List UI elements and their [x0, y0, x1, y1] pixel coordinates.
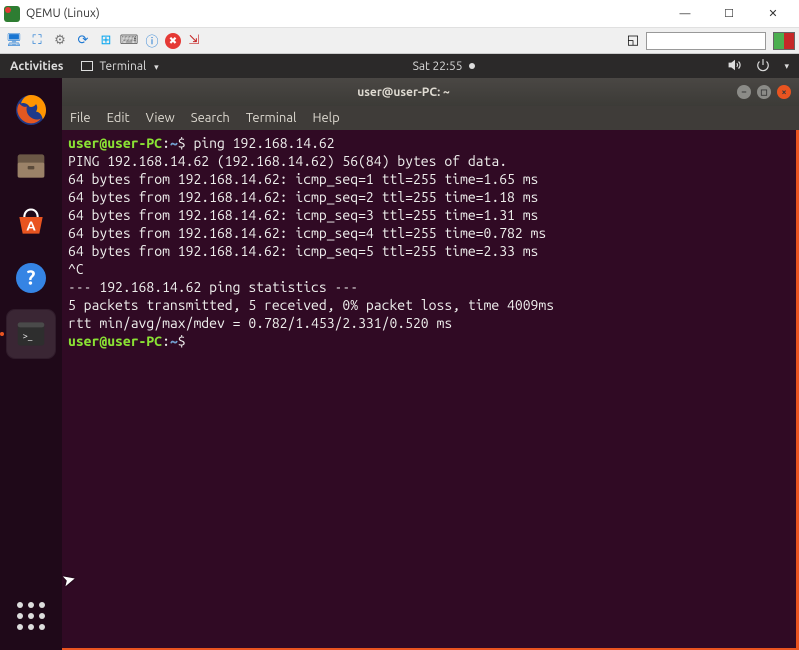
command-text: ping 192.168.14.62	[193, 135, 334, 151]
terminal-close-button[interactable]: ×	[777, 85, 791, 99]
terminal-line: 64 bytes from 192.168.14.62: icmp_seq=5 …	[68, 242, 790, 260]
terminal-line: user@user-PC:~$ ping 192.168.14.62	[68, 134, 790, 152]
qemu-app-icon	[4, 6, 20, 22]
terminal-line: rtt min/avg/max/mdev = 0.782/1.453/2.331…	[68, 314, 790, 332]
close-icon[interactable]: ✖	[165, 33, 181, 49]
qemu-recording-indicator[interactable]	[773, 32, 795, 50]
dock-help[interactable]: ?	[7, 254, 55, 302]
volume-icon	[728, 58, 742, 75]
terminal-line: ^C	[68, 260, 790, 278]
prompt-path: ~	[170, 135, 178, 151]
ubuntu-dock: A ? >_	[0, 78, 62, 650]
qemu-toolbar: 🖥⛶⚙⟳⊞⌨ⓘ✖⇲ ◱	[0, 28, 799, 54]
svg-text:A: A	[26, 218, 36, 233]
show-applications-button[interactable]	[7, 592, 55, 640]
settings-icon[interactable]: ⚙	[50, 31, 70, 51]
terminal-output[interactable]: user@user-PC:~$ ping 192.168.14.62PING 1…	[62, 130, 799, 650]
clock-area[interactable]: Sat 22:55	[159, 60, 729, 73]
monitor-icon[interactable]: 🖥	[4, 31, 24, 51]
terminal-minimize-button[interactable]: –	[737, 85, 751, 99]
app-menu[interactable]: Terminal	[81, 60, 158, 73]
terminal-line: 64 bytes from 192.168.14.62: icmp_seq=3 …	[68, 206, 790, 224]
menu-terminal[interactable]: Terminal	[246, 111, 297, 125]
dock-files[interactable]	[7, 142, 55, 190]
terminal-line: 64 bytes from 192.168.14.62: icmp_seq=1 …	[68, 170, 790, 188]
terminal-title: user@user-PC: ~	[70, 86, 737, 99]
svg-text:>_: >_	[23, 330, 33, 341]
clock-label: Sat 22:55	[413, 60, 463, 73]
power-icon	[756, 58, 770, 75]
prompt-user: user@user-PC	[68, 333, 162, 349]
dock-terminal[interactable]: >_	[7, 310, 55, 358]
app-menu-label: Terminal	[99, 60, 146, 73]
terminal-line: PING 192.168.14.62 (192.168.14.62) 56(84…	[68, 152, 790, 170]
refresh-icon[interactable]: ⟳	[73, 31, 93, 51]
system-status-area[interactable]: ▾	[728, 58, 789, 75]
keyboard-icon[interactable]: ⌨	[119, 31, 139, 51]
fullscreen-icon[interactable]: ⛶	[27, 31, 47, 51]
chevron-down-icon: ▾	[784, 61, 789, 72]
dock-software[interactable]: A	[7, 198, 55, 246]
prompt-path: ~	[170, 333, 178, 349]
info-icon[interactable]: ⓘ	[142, 31, 162, 51]
menu-edit[interactable]: Edit	[107, 111, 130, 125]
scale-icon[interactable]: ◱	[623, 31, 643, 51]
terminal-window: user@user-PC: ~ – ◻ × File Edit View Search…	[62, 78, 799, 650]
menu-file[interactable]: File	[70, 111, 91, 125]
terminal-line: 64 bytes from 192.168.14.62: icmp_seq=2 …	[68, 188, 790, 206]
menu-search[interactable]: Search	[191, 111, 230, 125]
dock-firefox[interactable]	[7, 86, 55, 134]
windows-icon[interactable]: ⊞	[96, 31, 116, 51]
minimize-button[interactable]: —	[663, 0, 707, 28]
terminal-line: 64 bytes from 192.168.14.62: icmp_seq=4 …	[68, 224, 790, 242]
svg-text:?: ?	[27, 266, 36, 289]
activities-button[interactable]: Activities	[10, 60, 63, 73]
terminal-line: user@user-PC:~$	[68, 332, 790, 350]
host-window-titlebar: QEMU (Linux) — ☐ ✕	[0, 0, 799, 28]
notification-dot-icon	[469, 63, 475, 69]
terminal-maximize-button[interactable]: ◻	[757, 85, 771, 99]
terminal-indicator-icon	[81, 61, 93, 71]
qemu-search-input[interactable]	[646, 32, 766, 50]
terminal-line: 5 packets transmitted, 5 received, 0% pa…	[68, 296, 790, 314]
prompt-user: user@user-PC	[68, 135, 162, 151]
terminal-titlebar[interactable]: user@user-PC: ~ – ◻ ×	[62, 78, 799, 106]
host-window-title: QEMU (Linux)	[26, 7, 663, 20]
close-button[interactable]: ✕	[751, 0, 795, 28]
menu-view[interactable]: View	[146, 111, 175, 125]
terminal-menubar: File Edit View Search Terminal Help	[62, 106, 799, 130]
ubuntu-topbar: Activities Terminal Sat 22:55 ▾	[0, 54, 799, 78]
terminal-line: --- 192.168.14.62 ping statistics ---	[68, 278, 790, 296]
export-icon[interactable]: ⇲	[184, 31, 204, 51]
maximize-button[interactable]: ☐	[707, 0, 751, 28]
menu-help[interactable]: Help	[312, 111, 339, 125]
